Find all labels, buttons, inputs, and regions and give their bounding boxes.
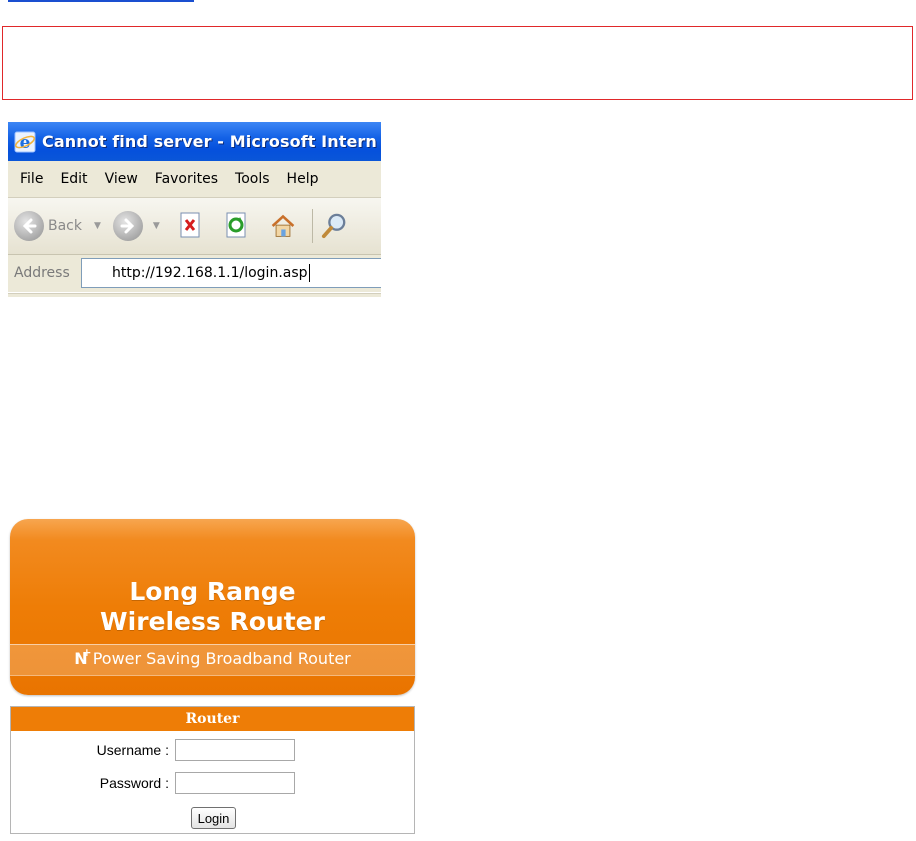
banner-subtitle: N + Power Saving Broadband Router (10, 646, 415, 672)
banner-title: Long Range Wireless Router (10, 577, 415, 637)
banner-title-line2: Wireless Router (100, 607, 325, 636)
browser-window-screenshot: e Cannot find server - Microsoft Intern … (8, 122, 381, 297)
menu-tools[interactable]: Tools (229, 171, 281, 187)
password-label: Password : (99, 775, 169, 791)
search-icon[interactable] (321, 211, 347, 241)
login-button-wrap: Login (11, 807, 416, 829)
router-banner: Long Range Wireless Router N + Power Savi… (10, 519, 415, 695)
window-title: Cannot find server - Microsoft Intern (42, 132, 377, 151)
username-label: Username : (96, 742, 169, 758)
back-button[interactable]: Back (14, 211, 82, 241)
address-bar-bottom-edge (8, 292, 381, 297)
n-plus-logo: N + (74, 646, 92, 668)
menu-file[interactable]: File (14, 171, 54, 187)
address-label: Address (14, 265, 70, 281)
back-arrow-icon (14, 211, 44, 241)
address-url: http://192.168.1.1/login.asp (112, 265, 308, 281)
login-button[interactable]: Login (190, 807, 237, 829)
menu-help[interactable]: Help (281, 171, 330, 187)
back-label: Back (48, 218, 82, 234)
password-row: Password : (11, 770, 416, 796)
stop-icon[interactable] (178, 211, 204, 241)
title-bar: e Cannot find server - Microsoft Intern (8, 122, 381, 161)
password-input[interactable] (175, 772, 295, 794)
forward-arrow-icon (112, 211, 143, 241)
menu-view[interactable]: View (99, 171, 149, 187)
menu-favorites[interactable]: Favorites (149, 171, 229, 187)
banner-title-line1: Long Range (129, 577, 296, 606)
top-link-underline (8, 0, 194, 2)
banner-subtitle-text: Power Saving Broadband Router (92, 649, 351, 668)
note-box (2, 26, 913, 100)
forward-dropdown-icon[interactable]: ▼ (153, 221, 160, 231)
refresh-icon[interactable] (224, 211, 250, 241)
address-input[interactable]: http://192.168.1.1/login.asp (81, 258, 381, 288)
address-bar: Address http://192.168.1.1/login.asp (8, 255, 381, 291)
login-header: Router (11, 707, 414, 731)
internet-explorer-icon: e (14, 131, 36, 153)
toolbar: Back ▼ ▼ (8, 198, 381, 255)
login-form: Router Username : Password : Login (10, 706, 415, 834)
toolbar-separator (311, 209, 313, 243)
forward-button[interactable] (112, 211, 143, 241)
username-row: Username : (11, 737, 416, 763)
menu-bar: File Edit View Favorites Tools Help (8, 161, 381, 198)
home-icon[interactable] (270, 211, 296, 241)
text-caret (308, 264, 310, 282)
menu-edit[interactable]: Edit (54, 171, 98, 187)
back-dropdown-icon[interactable]: ▼ (94, 221, 101, 231)
username-input[interactable] (175, 739, 295, 761)
